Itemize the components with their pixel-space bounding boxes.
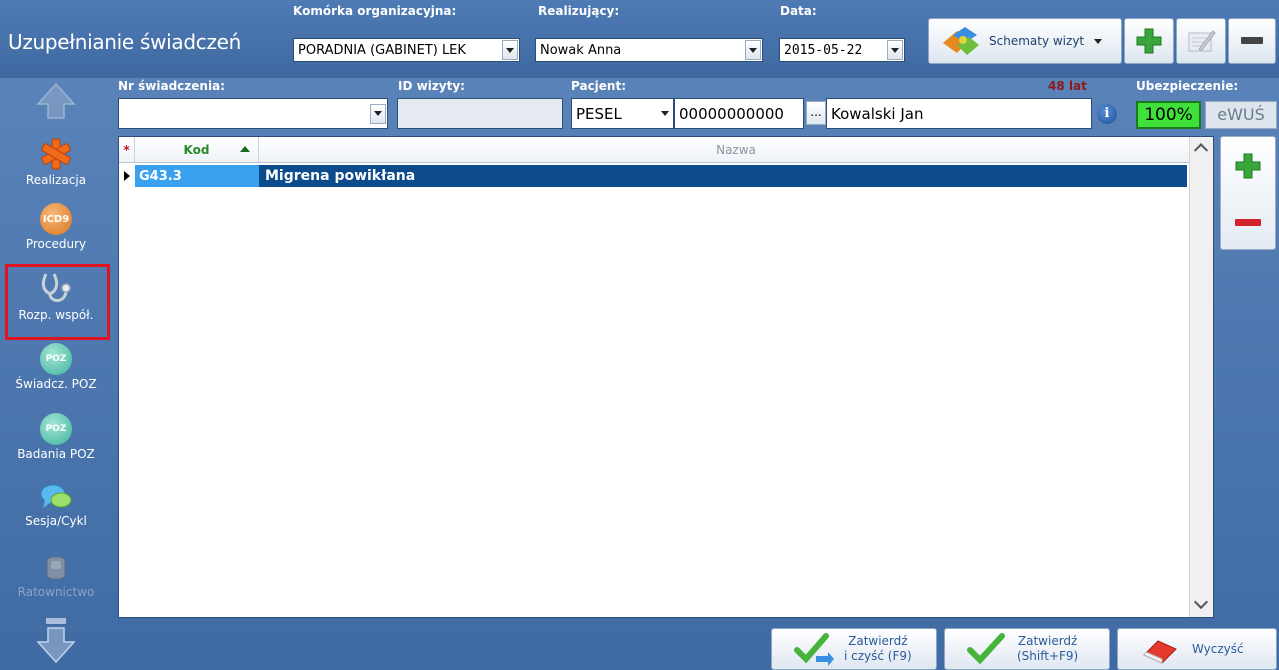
wyczysc-label: Wyczyść bbox=[1192, 641, 1244, 656]
id-type-select[interactable]: PESEL bbox=[571, 98, 674, 129]
realizujacy-label: Realizujący: bbox=[538, 4, 620, 18]
row-kod: G43.3 bbox=[135, 165, 259, 187]
id-wizyty-field bbox=[397, 98, 563, 129]
remove-row-button[interactable] bbox=[1221, 194, 1275, 251]
patient-name-value: Kowalski Jan bbox=[831, 104, 924, 123]
arrow-down-icon bbox=[36, 618, 76, 664]
table-row[interactable]: G43.3 Migrena powikłana bbox=[119, 165, 1187, 187]
sidebar-item-label: Procedury bbox=[25, 237, 87, 251]
id-wizyty-label: ID wizyty: bbox=[398, 79, 465, 93]
zatwierdz-shift-line1: Zatwierdź bbox=[1017, 634, 1078, 648]
minus-icon bbox=[1235, 218, 1261, 226]
sidebar-item-realizacja[interactable]: Realizacja bbox=[0, 137, 112, 187]
grid-col-kod-label: Kod bbox=[183, 142, 210, 157]
patient-lookup-button[interactable]: ... bbox=[806, 101, 826, 125]
diagnoses-grid: * Kod Nazwa G43.3 Migrena powikłana bbox=[118, 136, 1214, 618]
edit-visit-button[interactable] bbox=[1176, 18, 1226, 64]
arrow-up-icon bbox=[36, 82, 76, 119]
grid-side-toolbar bbox=[1220, 136, 1276, 250]
insurance-status-badge: 100% bbox=[1136, 101, 1201, 129]
chevron-down-icon[interactable] bbox=[658, 107, 672, 121]
sidebar-item-sesja-cykl[interactable]: Sesja/Cykl bbox=[0, 482, 112, 528]
schematy-wizyt-button[interactable]: Schematy wizyt bbox=[928, 18, 1122, 64]
page-title: Uzupełnianie świadczeń bbox=[8, 30, 242, 54]
zatwierdz-czysc-line2: i czyść (F9) bbox=[844, 649, 912, 663]
row-pointer-icon bbox=[119, 165, 135, 187]
chevron-down-icon[interactable] bbox=[370, 103, 386, 124]
row-nazwa: Migrena powikłana bbox=[265, 168, 416, 184]
chevron-down-icon[interactable] bbox=[745, 40, 761, 60]
scroll-down-icon[interactable] bbox=[1193, 594, 1209, 610]
sidebar-item-label: Rozp. współ. bbox=[18, 308, 94, 322]
ubezpieczenie-label: Ubezpieczenie: bbox=[1136, 79, 1239, 93]
ratownictwo-icon bbox=[46, 556, 66, 580]
sidebar-item-swiadcz-poz[interactable]: POZ Świadcz. POZ bbox=[0, 343, 112, 391]
sort-asc-icon bbox=[240, 146, 250, 152]
pesel-input[interactable]: 00000000000 bbox=[674, 98, 804, 129]
nav-up-arrow[interactable] bbox=[0, 82, 112, 122]
nr-swiadczenia-select[interactable] bbox=[118, 98, 388, 129]
grid-col-kod[interactable]: Kod bbox=[135, 137, 259, 162]
grid-header: * Kod Nazwa bbox=[119, 137, 1213, 163]
stethoscope-icon bbox=[41, 273, 71, 302]
plus-icon bbox=[1235, 153, 1261, 178]
zatwierdz-czysc-line1: Zatwierdź bbox=[848, 634, 908, 648]
zatwierdz-shift-button[interactable]: Zatwierdź (Shift+F9) bbox=[944, 628, 1110, 670]
zatwierdz-i-czysc-button[interactable]: Zatwierdź i czyść (F9) bbox=[771, 628, 937, 670]
sidebar-item-procedury[interactable]: ICD9 Procedury bbox=[0, 203, 112, 251]
nr-swiadczenia-label: Nr świadczenia: bbox=[118, 79, 225, 93]
date-picker[interactable]: 2015-05-22 bbox=[779, 38, 905, 62]
add-row-button[interactable] bbox=[1221, 137, 1275, 194]
sidebar-item-ratownictwo[interactable]: Ratownictwo bbox=[0, 553, 112, 599]
chevron-down-icon[interactable] bbox=[887, 40, 903, 60]
date-value: 2015-05-22 bbox=[784, 42, 863, 58]
chevron-down-icon[interactable] bbox=[502, 40, 518, 60]
nav-down-arrow[interactable] bbox=[0, 616, 112, 666]
realizujacy-select[interactable]: Nowak Anna bbox=[535, 38, 763, 62]
sidebar-item-label: Realizacja bbox=[25, 173, 87, 187]
data-label: Data: bbox=[780, 4, 817, 18]
chat-bubbles-icon bbox=[40, 484, 72, 508]
eraser-icon bbox=[1143, 640, 1177, 664]
sidebar-item-badania-poz[interactable]: POZ Badania POZ bbox=[0, 413, 112, 461]
sidebar-item-label: Świadcz. POZ bbox=[15, 377, 97, 391]
icd9-icon: ICD9 bbox=[40, 203, 72, 235]
grid-vertical-scrollbar[interactable] bbox=[1189, 137, 1213, 617]
info-icon[interactable]: i bbox=[1097, 104, 1117, 124]
check-icon bbox=[967, 633, 1005, 665]
ewus-button[interactable]: eWUŚ bbox=[1205, 101, 1277, 129]
zatwierdz-shift-line2: (Shift+F9) bbox=[1017, 649, 1079, 663]
poz-icon: POZ bbox=[40, 343, 72, 375]
sidebar-item-label: Badania POZ bbox=[17, 447, 95, 461]
check-arrow-icon bbox=[794, 633, 834, 666]
caret-down-icon bbox=[1094, 38, 1103, 44]
puzzle-icon bbox=[943, 27, 979, 55]
id-type-value: PESEL bbox=[576, 104, 622, 123]
komorka-select[interactable]: PORADNIA (GABINET) LEK bbox=[293, 38, 520, 62]
remove-visit-button[interactable] bbox=[1228, 18, 1276, 64]
add-visit-button[interactable] bbox=[1124, 18, 1174, 64]
sidebar-item-label: Sesja/Cykl bbox=[25, 514, 87, 528]
patient-name-field[interactable]: Kowalski Jan bbox=[826, 98, 1092, 129]
sidebar-item-rozp-wspol[interactable]: Rozp. współ. bbox=[0, 270, 112, 322]
sidebar-item-label: Ratownictwo bbox=[17, 585, 95, 599]
poz-tools-icon: POZ bbox=[40, 413, 72, 445]
pacjent-label: Pacjent: bbox=[571, 79, 627, 93]
asterisk-medical-icon bbox=[41, 138, 71, 170]
komorka-value: PORADNIA (GABINET) LEK bbox=[298, 42, 466, 58]
komorka-label: Komórka organizacyjna: bbox=[293, 4, 457, 18]
plus-icon bbox=[1136, 28, 1162, 54]
pesel-value: 00000000000 bbox=[679, 104, 784, 123]
minus-icon bbox=[1241, 37, 1263, 44]
notepad-edit-icon bbox=[1188, 30, 1216, 52]
wyczysc-button[interactable]: Wyczyść bbox=[1117, 628, 1277, 670]
scroll-up-icon[interactable] bbox=[1193, 143, 1209, 158]
age-label: 48 lat bbox=[1048, 79, 1087, 93]
grid-col-marker: * bbox=[119, 137, 135, 162]
realizujacy-value: Nowak Anna bbox=[540, 42, 622, 58]
grid-col-nazwa[interactable]: Nazwa bbox=[259, 137, 1213, 162]
schematy-label: Schematy wizyt bbox=[989, 34, 1085, 48]
